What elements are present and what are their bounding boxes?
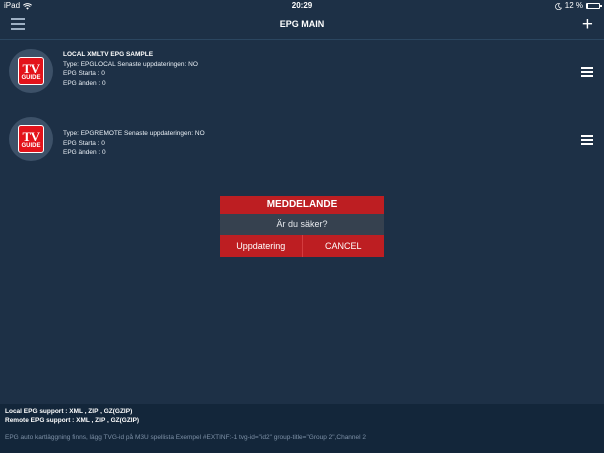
- battery-icon: [586, 3, 602, 9]
- epg-type: Type: EPGREMOTE Senaste uppdateringen: N…: [63, 130, 205, 137]
- tv-guide-logo: TV GUIDE: [9, 49, 53, 93]
- epg-details: LOCAL XMLTV EPG SAMPLE Type: EPGLOCAL Se…: [63, 50, 198, 88]
- battery-percent: 12 %: [564, 1, 583, 10]
- page-title: EPG MAIN: [279, 19, 325, 29]
- logo-text-tv: TV: [22, 60, 40, 76]
- hamburger-icon-line: [581, 67, 593, 69]
- dialog-title: MEDDELANDE: [220, 196, 384, 214]
- status-time: 20:29: [291, 1, 313, 10]
- epg-type: Type: EPGLOCAL Senaste uppdateringen: NO: [63, 60, 198, 68]
- tv-guide-badge: TV GUIDE: [18, 125, 44, 153]
- item-menu-button[interactable]: [581, 135, 593, 145]
- dialog-buttons: Uppdatering CANCEL: [220, 235, 384, 257]
- epg-list-item[interactable]: TV GUIDE Type: EPGREMOTE Senaste uppdate…: [0, 117, 604, 167]
- cancel-button[interactable]: CANCEL: [301, 235, 384, 257]
- nav-divider: [0, 39, 604, 40]
- logo-text-tv: TV: [22, 128, 40, 144]
- local-epg-support: Local EPG support : XML , ZIP , GZ(GZIP): [5, 408, 133, 415]
- remote-epg-support: Remote EPG support : XML , ZIP , GZ(GZIP…: [5, 417, 140, 424]
- epg-mapping-note: EPG auto kartläggning finns, lägg TVG-id…: [5, 434, 367, 441]
- item-menu-button[interactable]: [581, 67, 593, 77]
- epg-name: LOCAL XMLTV EPG SAMPLE: [63, 51, 154, 58]
- footer-info: Local EPG support : XML , ZIP , GZ(GZIP)…: [0, 404, 604, 453]
- epg-start: EPG Starta : 0: [63, 70, 105, 77]
- hamburger-icon-line: [581, 143, 593, 145]
- status-right: 12 %: [554, 0, 602, 12]
- hamburger-icon-line: [581, 139, 593, 141]
- epg-details: Type: EPGREMOTE Senaste uppdateringen: N…: [63, 129, 205, 158]
- epg-end: EPG änden : 0: [63, 149, 106, 156]
- confirm-dialog: MEDDELANDE Är du säker? Uppdatering CANC…: [220, 196, 384, 257]
- battery-fill: [587, 4, 589, 8]
- epg-list-item[interactable]: TV GUIDE LOCAL XMLTV EPG SAMPLE Type: EP…: [0, 49, 604, 99]
- hamburger-icon-line: [581, 135, 593, 137]
- logo-text-guide: GUIDE: [21, 74, 41, 81]
- add-epg-button[interactable]: +: [582, 15, 593, 34]
- nav-bar: EPG MAIN +: [0, 12, 604, 38]
- epg-end: EPG änden : 0: [63, 79, 106, 87]
- status-bar: iPad 20:29 12 %: [0, 0, 604, 12]
- dialog-message: Är du säker?: [220, 214, 384, 235]
- hamburger-icon-line: [581, 75, 593, 77]
- moon-icon: [554, 2, 562, 10]
- logo-text-guide: GUIDE: [21, 142, 41, 149]
- tv-guide-badge: TV GUIDE: [18, 57, 44, 85]
- hamburger-icon-line: [581, 71, 593, 73]
- epg-start: EPG Starta : 0: [63, 139, 105, 147]
- update-button[interactable]: Uppdatering: [220, 235, 302, 257]
- tv-guide-logo: TV GUIDE: [9, 117, 53, 161]
